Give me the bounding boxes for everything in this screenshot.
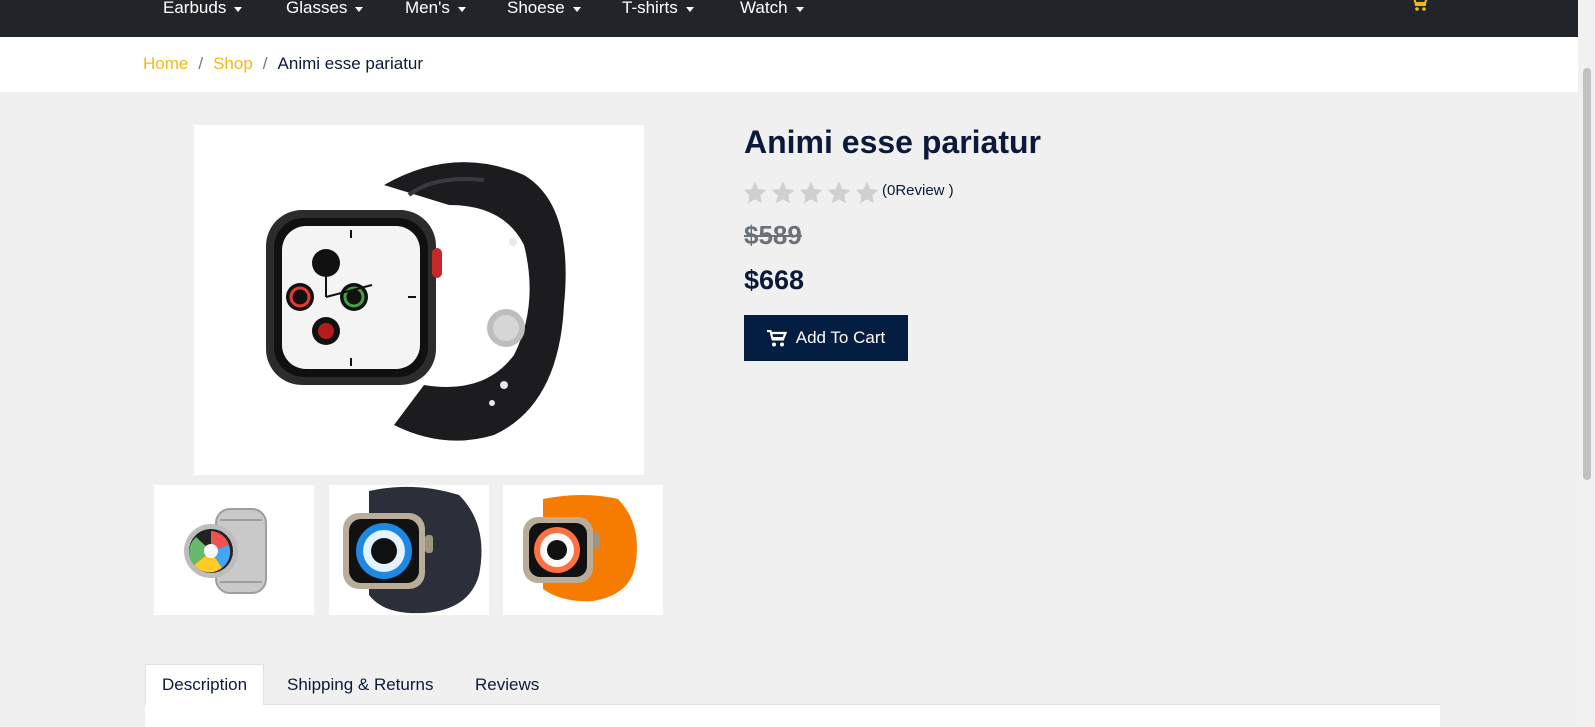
tab-description[interactable]: Description (145, 664, 265, 705)
cart-icon (766, 329, 787, 346)
caret-down-icon (685, 6, 694, 12)
nav-item-label: Men's (405, 0, 450, 17)
star-icon (827, 181, 851, 204)
breadcrumb-separator: / (262, 54, 268, 73)
tab-panel (145, 705, 1440, 727)
page-scrollbar[interactable] (1578, 0, 1595, 727)
scrollbar-thumb[interactable] (1583, 68, 1591, 480)
nav-item-tshirts[interactable]: T-shirts (622, 0, 694, 18)
thumbnail-2[interactable] (329, 485, 489, 615)
star-icon (743, 181, 767, 204)
caret-down-icon (234, 6, 243, 12)
breadcrumb-home[interactable]: Home (143, 54, 188, 74)
thumbnail-3[interactable] (503, 485, 663, 615)
nav-item-glasses[interactable]: Glasses (286, 0, 364, 18)
old-price: $589 (744, 220, 802, 250)
nav-item-label: Earbuds (163, 0, 227, 17)
silver-smartwatch-image (184, 508, 267, 594)
star-icon (771, 181, 795, 204)
tab-label: Shipping & Returns (287, 674, 434, 694)
nav-item-earbuds[interactable]: Earbuds (163, 0, 243, 18)
tab-reviews[interactable]: Reviews (475, 664, 539, 705)
add-to-cart-button[interactable]: Add To Cart (744, 315, 908, 361)
breadcrumb-separator: / (198, 54, 204, 73)
star-rating (742, 180, 880, 206)
breadcrumb: Home / Shop / Animi esse pariatur (143, 54, 423, 74)
caret-down-icon (457, 6, 466, 12)
add-to-cart-label: Add To Cart (795, 328, 886, 347)
caret-down-icon (355, 6, 364, 12)
tab-shipping-returns[interactable]: Shipping & Returns (287, 664, 433, 705)
thumbnail-1[interactable] (154, 485, 314, 615)
breadcrumb-current: Animi esse pariatur (277, 54, 424, 73)
nav-item-label: T-shirts (622, 0, 678, 17)
nav-item-label: Shoese (507, 0, 565, 17)
nav-item-label: Watch (740, 0, 788, 17)
star-icon (855, 181, 879, 204)
nav-item-shoese[interactable]: Shoese (507, 0, 581, 18)
nav-item-label: Glasses (286, 0, 348, 17)
current-price: $668 (744, 265, 805, 295)
breadcrumb-bar: Home / Shop / Animi esse pariatur (0, 37, 1578, 92)
caret-down-icon (572, 6, 581, 12)
review-count: (0Review ) (882, 182, 954, 199)
top-navbar: Earbuds Glasses Men's Shoese T-shirts Wa… (0, 0, 1578, 37)
caret-down-icon (795, 6, 804, 12)
nav-item-watch[interactable]: Watch (740, 0, 804, 18)
cart-icon[interactable] (1411, 0, 1429, 11)
navy-band-smartwatch-image (343, 486, 482, 614)
black-smartwatch-image (266, 162, 566, 441)
product-title: Animi esse pariatur (744, 124, 1041, 160)
orange-band-smartwatch-image (523, 495, 637, 602)
product-main-image (194, 125, 644, 475)
nav-item-mens[interactable]: Men's (405, 0, 466, 18)
breadcrumb-shop[interactable]: Shop (213, 54, 253, 74)
star-icon (799, 181, 823, 204)
tab-label: Description (162, 675, 248, 694)
tab-label: Reviews (475, 674, 540, 694)
